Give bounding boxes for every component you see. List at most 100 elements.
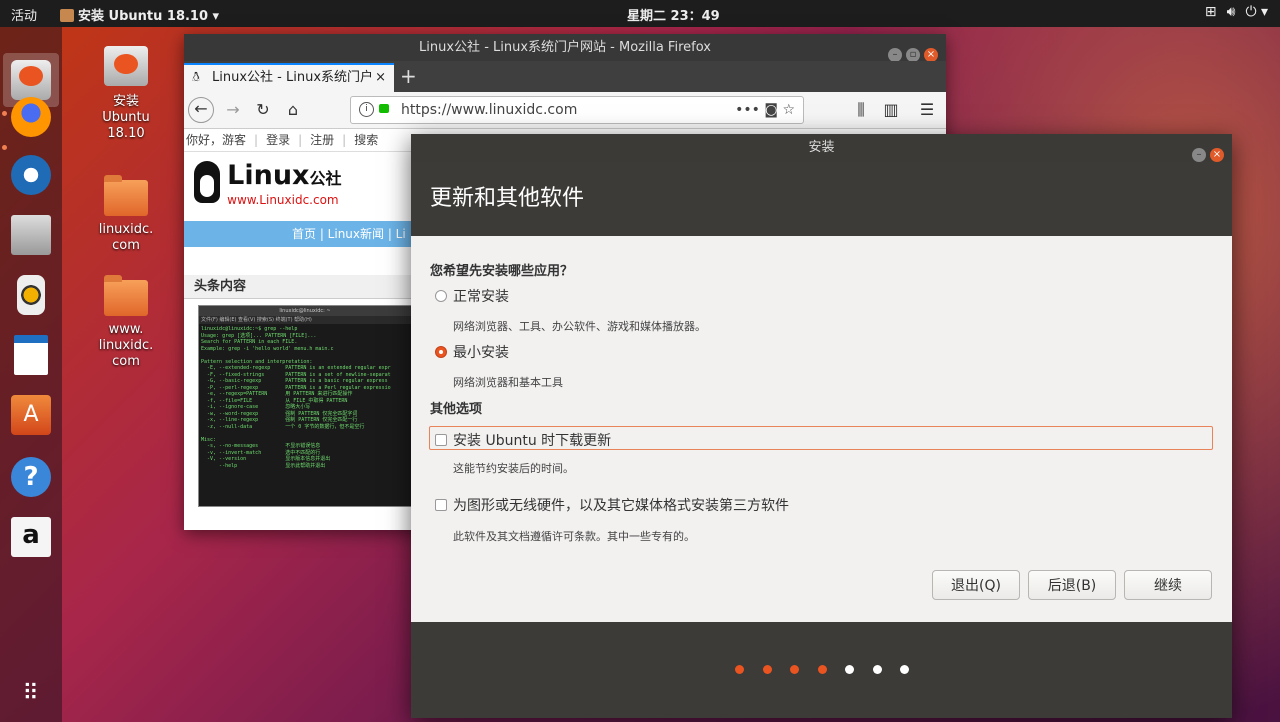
firefox-titlebar[interactable]: Linux公社 - Linux系统门户网站 - Mozilla Firefox … bbox=[184, 34, 946, 62]
window-title: Linux公社 - Linux系统门户网站 - Mozilla Firefox bbox=[419, 40, 711, 55]
system-tray[interactable]: ⊞ 🔊︎ ⏻ ▾ bbox=[1195, 4, 1268, 20]
checkbox[interactable] bbox=[435, 499, 447, 511]
progress-dot-done bbox=[817, 665, 827, 674]
page-actions-icon[interactable]: ••• bbox=[735, 102, 760, 118]
normal-install-option[interactable]: 正常安装 bbox=[435, 286, 509, 306]
progress-dot-done bbox=[762, 665, 772, 674]
back-button[interactable]: 后退(B) bbox=[1028, 570, 1116, 600]
tab-title: Linux公社 - Linux系统门户 bbox=[212, 70, 374, 85]
folder-icon bbox=[104, 175, 148, 216]
network-icon: ⊞ bbox=[1204, 4, 1217, 20]
top-bar: 活动 安装 Ubuntu 18.10 ▾ 星期二 23：49 ⊞ 🔊︎ ⏻ ▾ bbox=[0, 0, 1280, 27]
app-menu[interactable]: 安装 Ubuntu 18.10 ▾ bbox=[60, 5, 219, 24]
thunderbird-icon[interactable] bbox=[11, 155, 51, 195]
option-description: 网络浏览器和基本工具 bbox=[453, 376, 563, 389]
help-icon[interactable]: ? bbox=[11, 457, 51, 497]
power-icon: ⏻ ▾ bbox=[1245, 4, 1268, 20]
bookmark-star-icon[interactable]: ☆ bbox=[782, 102, 795, 118]
checkbox-label: 安装 Ubuntu 时下载更新 bbox=[453, 433, 612, 449]
running-indicator bbox=[2, 111, 7, 116]
site-logo[interactable]: Linux公社 www.Linuxidc.com bbox=[194, 161, 341, 206]
close-icon[interactable]: × bbox=[1210, 148, 1224, 162]
dock: A ? a ⠿ bbox=[0, 27, 62, 722]
home-icon[interactable]: ⌂ bbox=[280, 98, 306, 122]
desktop-icon-installer[interactable]: 安装 Ubuntu 18.10 bbox=[91, 46, 161, 142]
amazon-icon[interactable]: a bbox=[11, 517, 51, 557]
desktop-icon-folder[interactable]: www. linuxidc. com bbox=[91, 275, 161, 370]
rhythmbox-icon[interactable] bbox=[17, 275, 45, 315]
checkbox-description: 此软件及其文档遵循许可条款。其中一些专有的。 bbox=[453, 530, 695, 543]
search-link[interactable]: 搜索 bbox=[354, 133, 378, 147]
continue-button[interactable]: 继续 bbox=[1124, 570, 1212, 600]
back-icon[interactable]: ← bbox=[188, 97, 214, 123]
app-menu-label: 安装 Ubuntu 18.10 ▾ bbox=[78, 9, 220, 24]
logo-text: Linux bbox=[227, 160, 310, 191]
progress-footer bbox=[411, 622, 1232, 718]
desktop-icon-folder[interactable]: linuxidc. com bbox=[91, 175, 161, 254]
info-icon[interactable]: i bbox=[359, 102, 374, 117]
close-icon[interactable]: × bbox=[924, 48, 938, 62]
install-ubuntu-icon[interactable] bbox=[11, 60, 51, 100]
apps-question: 您希望先安装哪些应用？ bbox=[430, 264, 574, 279]
logo-site: www.Linuxidc.com bbox=[227, 193, 339, 207]
third-party-checkbox[interactable]: 为图形或无线硬件，以及其它媒体格式安装第三方软件 bbox=[435, 495, 789, 515]
volume-icon: 🔊︎ bbox=[1226, 4, 1236, 20]
quit-button[interactable]: 退出(Q) bbox=[932, 570, 1020, 600]
article-screenshot[interactable]: linuxidc@linuxidc: ~ 文件(F) 编辑(E) 查看(V) 搜… bbox=[198, 305, 412, 507]
maximize-icon[interactable]: ▫ bbox=[906, 48, 920, 62]
sidebar-icon[interactable]: ▥ bbox=[878, 98, 904, 122]
software-center-icon[interactable]: A bbox=[11, 395, 51, 435]
option-description: 网络浏览器、工具、办公软件、游戏和媒体播放器。 bbox=[453, 320, 706, 333]
screenshot-menubar: 文件(F) 编辑(E) 查看(V) 搜索(S) 终端(T) 帮助(H) bbox=[199, 316, 411, 324]
progress-dot-done bbox=[790, 665, 799, 674]
activities-button[interactable]: 活动 bbox=[11, 5, 37, 24]
progress-dot-done bbox=[735, 665, 744, 674]
checkbox-description: 这能节约安装后的时间。 bbox=[453, 462, 574, 475]
checkbox-label: 为图形或无线硬件，以及其它媒体格式安装第三方软件 bbox=[453, 498, 789, 514]
desktop-icon-label: www. linuxidc. com bbox=[98, 322, 154, 369]
progress-dot-pending bbox=[872, 665, 882, 674]
installer-window: 安装 – × 更新和其他软件 您希望先安装哪些应用？ 正常安装 网络浏览器、工具、… bbox=[411, 134, 1232, 718]
desktop-icon-label: 安装 Ubuntu 18.10 bbox=[102, 94, 150, 141]
reload-icon[interactable]: ↻ bbox=[250, 98, 276, 122]
installer-icon bbox=[60, 9, 74, 22]
tab-strip: 🐧︎ Linux公社 - Linux系统门户 × + bbox=[184, 61, 946, 92]
forward-icon[interactable]: → bbox=[220, 98, 246, 122]
installer-icon bbox=[104, 46, 148, 86]
pocket-icon[interactable]: ◙ bbox=[764, 102, 778, 118]
greeting-text: 你好，游客 bbox=[186, 133, 247, 147]
minimal-install-option[interactable]: 最小安装 bbox=[435, 342, 509, 362]
login-link[interactable]: 登录 bbox=[266, 133, 290, 147]
download-updates-checkbox[interactable]: 安装 Ubuntu 时下载更新 bbox=[435, 430, 611, 450]
option-label: 最小安装 bbox=[453, 345, 509, 361]
screenshot-terminal-text: linuxidc@linuxidc:~$ grep --help Usage: … bbox=[201, 326, 391, 469]
close-tab-icon[interactable]: × bbox=[375, 65, 386, 91]
url-text: https://www.linuxidc.com bbox=[401, 102, 578, 118]
writer-icon[interactable] bbox=[14, 335, 48, 375]
tux-penguin-icon bbox=[194, 161, 220, 203]
page-title: 更新和其他软件 bbox=[411, 162, 1232, 236]
firefox-icon[interactable] bbox=[11, 97, 51, 137]
running-indicator bbox=[2, 145, 7, 150]
tux-favicon-icon: 🐧︎ bbox=[192, 70, 201, 85]
minimize-icon[interactable]: – bbox=[1192, 148, 1206, 162]
progress-dot-pending bbox=[845, 665, 854, 674]
window-title: 安装 bbox=[808, 140, 835, 155]
radio-button[interactable] bbox=[435, 290, 447, 302]
browser-tab[interactable]: 🐧︎ Linux公社 - Linux系统门户 × bbox=[184, 63, 394, 92]
library-icon[interactable]: ⫼ bbox=[848, 98, 874, 122]
minimize-icon[interactable]: – bbox=[888, 48, 902, 62]
clock[interactable]: 星期二 23：49 bbox=[627, 5, 720, 24]
folder-icon bbox=[104, 275, 148, 316]
site-nav-items[interactable]: 首页 | Linux新闻 | Li bbox=[292, 221, 406, 247]
checkbox[interactable] bbox=[435, 434, 447, 446]
show-apps-icon[interactable]: ⠿ bbox=[11, 674, 51, 714]
register-link[interactable]: 注册 bbox=[310, 133, 334, 147]
hamburger-menu-icon[interactable]: ☰ bbox=[914, 98, 940, 122]
navigation-toolbar: ← → ↻ ⌂ i https://www.linuxidc.com ••• ◙… bbox=[184, 92, 946, 129]
new-tab-button[interactable]: + bbox=[400, 63, 417, 90]
installer-titlebar[interactable]: 安装 – × bbox=[411, 134, 1232, 162]
radio-button-selected[interactable] bbox=[435, 346, 447, 358]
url-bar[interactable]: i https://www.linuxidc.com ••• ◙ ☆ bbox=[350, 96, 804, 124]
files-icon[interactable] bbox=[11, 215, 51, 255]
